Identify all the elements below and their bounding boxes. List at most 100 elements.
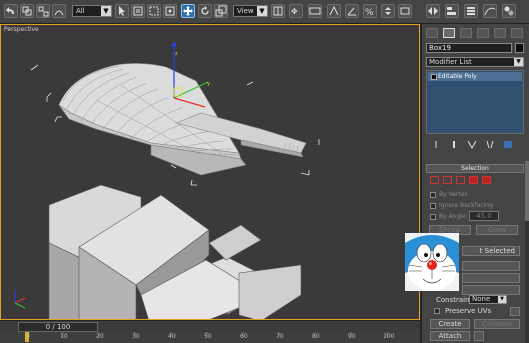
curved-shell-mesh bbox=[58, 63, 307, 176]
tick-label: 20 bbox=[96, 333, 104, 340]
ring-button[interactable] bbox=[462, 273, 520, 283]
command-panel: Box19 Modifier List ▼ Editable Poly Selec… bbox=[421, 24, 529, 343]
by-vertex-checkbox[interactable] bbox=[430, 192, 436, 198]
edge-mode-icon[interactable] bbox=[443, 176, 452, 184]
edit-geometry-rollout[interactable] bbox=[462, 285, 520, 295]
show-end-result-icon[interactable] bbox=[448, 140, 460, 149]
grow-button[interactable]: Grow bbox=[476, 225, 518, 235]
selection-filter-dropdown[interactable]: All ▼ bbox=[72, 5, 112, 17]
modifier-list-dropdown[interactable]: Modifier List ▼ bbox=[426, 57, 524, 67]
snap-icon[interactable] bbox=[327, 4, 341, 18]
angle-snap-icon[interactable] bbox=[345, 4, 359, 18]
keyboard-shortcut-icon[interactable] bbox=[308, 4, 322, 18]
configure-modifier-sets-icon[interactable] bbox=[502, 140, 514, 149]
attach-list-button[interactable] bbox=[474, 331, 484, 341]
svg-text:%: % bbox=[365, 8, 374, 17]
viewport-scene: z y bbox=[14, 41, 320, 319]
border-mode-icon[interactable] bbox=[456, 176, 465, 184]
ignore-backfacing-label: Ignore Backfacing bbox=[439, 202, 493, 209]
tick-label: 50 bbox=[204, 333, 212, 340]
selection-rollout-header[interactable]: Selection bbox=[426, 164, 524, 173]
tick-label: 100 bbox=[383, 333, 395, 340]
make-unique-icon[interactable] bbox=[466, 140, 478, 149]
align-icon[interactable] bbox=[445, 4, 459, 18]
ignore-backfacing-checkbox[interactable] bbox=[430, 203, 436, 209]
modifier-stack[interactable]: Editable Poly bbox=[426, 70, 524, 134]
polygon-mode-icon[interactable] bbox=[469, 176, 478, 184]
material-editor-icon[interactable] bbox=[502, 4, 516, 18]
object-color-swatch[interactable] bbox=[515, 43, 524, 53]
select-object-icon[interactable] bbox=[115, 4, 129, 18]
svg-text:z: z bbox=[175, 51, 178, 57]
layer-manager-icon[interactable] bbox=[464, 4, 478, 18]
svg-text:✥: ✥ bbox=[291, 7, 298, 16]
main-toolbar: All ▼ View ▼ ✥ % bbox=[0, 0, 529, 24]
create-tab[interactable] bbox=[426, 28, 438, 38]
mirror-icon[interactable] bbox=[426, 4, 440, 18]
rect-selection-icon[interactable] bbox=[147, 4, 161, 18]
spinner-snap-icon[interactable] bbox=[381, 4, 395, 18]
tick-label: 80 bbox=[312, 333, 320, 340]
timeline: 0 / 100 0 10 20 30 40 50 60 70 80 90 100 bbox=[0, 320, 420, 343]
undo-icon[interactable] bbox=[4, 4, 18, 18]
curve-editor-icon[interactable] bbox=[483, 4, 497, 18]
object-name-field[interactable]: Box19 bbox=[426, 43, 512, 53]
pivot-icon[interactable] bbox=[271, 4, 285, 18]
remove-modifier-icon[interactable] bbox=[484, 140, 496, 149]
panel-scrollbar[interactable] bbox=[525, 161, 529, 343]
display-tab[interactable] bbox=[494, 28, 506, 38]
attach-button[interactable]: Attach bbox=[430, 331, 470, 341]
svg-text:y: y bbox=[207, 81, 210, 87]
select-rotate-icon[interactable] bbox=[198, 4, 212, 18]
chevron-down-icon: ▼ bbox=[514, 58, 523, 66]
select-scale-icon[interactable] bbox=[214, 4, 228, 18]
manipulate-icon[interactable]: ✥ bbox=[289, 4, 303, 18]
select-move-icon[interactable] bbox=[181, 4, 195, 18]
unlink-icon[interactable] bbox=[36, 4, 50, 18]
chevron-down-icon: ▼ bbox=[101, 6, 111, 16]
preserve-uvs-checkbox[interactable] bbox=[434, 308, 440, 314]
cartoon-cat-image bbox=[405, 233, 459, 291]
loop-button[interactable] bbox=[462, 261, 520, 271]
percent-snap-icon[interactable]: % bbox=[363, 4, 377, 18]
tick-label: 40 bbox=[168, 333, 176, 340]
select-by-name-icon[interactable] bbox=[131, 4, 145, 18]
perspective-viewport[interactable]: Perspective z y bbox=[0, 24, 420, 320]
window-crossing-icon[interactable] bbox=[163, 4, 177, 18]
named-selection-icon[interactable] bbox=[398, 4, 412, 18]
scrollbar-thumb[interactable] bbox=[525, 161, 529, 221]
get-selection-button[interactable]: t Selected bbox=[462, 246, 520, 256]
preserve-uvs-label: Preserve UVs bbox=[445, 307, 492, 315]
pin-stack-icon[interactable] bbox=[430, 140, 442, 149]
modify-tab[interactable] bbox=[443, 28, 455, 38]
ref-coord-value: View bbox=[237, 7, 254, 15]
tick-label: 60 bbox=[240, 333, 248, 340]
by-vertex-label: By Vertex bbox=[439, 191, 468, 198]
tick-label: 90 bbox=[348, 333, 356, 340]
element-mode-icon[interactable] bbox=[482, 176, 491, 184]
chevron-down-icon: ▼ bbox=[498, 296, 506, 303]
constraints-value: None bbox=[472, 295, 491, 303]
select-link-icon[interactable] bbox=[20, 4, 34, 18]
constraints-dropdown[interactable]: None ▼ bbox=[469, 295, 507, 304]
axis-tripod bbox=[14, 290, 26, 309]
modifier-list-label: Modifier List bbox=[429, 58, 472, 66]
bind-space-warp-icon[interactable] bbox=[52, 4, 66, 18]
ref-coord-dropdown[interactable]: View ▼ bbox=[233, 5, 268, 17]
hierarchy-tab[interactable] bbox=[460, 28, 472, 38]
by-angle-checkbox[interactable] bbox=[430, 214, 436, 220]
collapse-button[interactable]: Collapse bbox=[474, 319, 520, 329]
box-stack-mesh bbox=[48, 184, 302, 319]
preserve-uvs-settings-button[interactable] bbox=[510, 307, 520, 316]
tick-label: 10 bbox=[60, 333, 68, 340]
motion-tab[interactable] bbox=[477, 28, 489, 38]
create-button[interactable]: Create bbox=[430, 319, 470, 329]
vertex-mode-icon[interactable] bbox=[430, 176, 439, 184]
chevron-down-icon: ▼ bbox=[257, 6, 267, 16]
utilities-tab[interactable] bbox=[511, 28, 523, 38]
stack-item-editable-poly[interactable]: Editable Poly bbox=[428, 72, 522, 81]
by-angle-field[interactable]: 45.0 bbox=[469, 211, 499, 221]
tick-label: 0 bbox=[26, 333, 30, 340]
time-slider[interactable]: 0 / 100 bbox=[18, 322, 98, 332]
tick-label: 30 bbox=[132, 333, 140, 340]
